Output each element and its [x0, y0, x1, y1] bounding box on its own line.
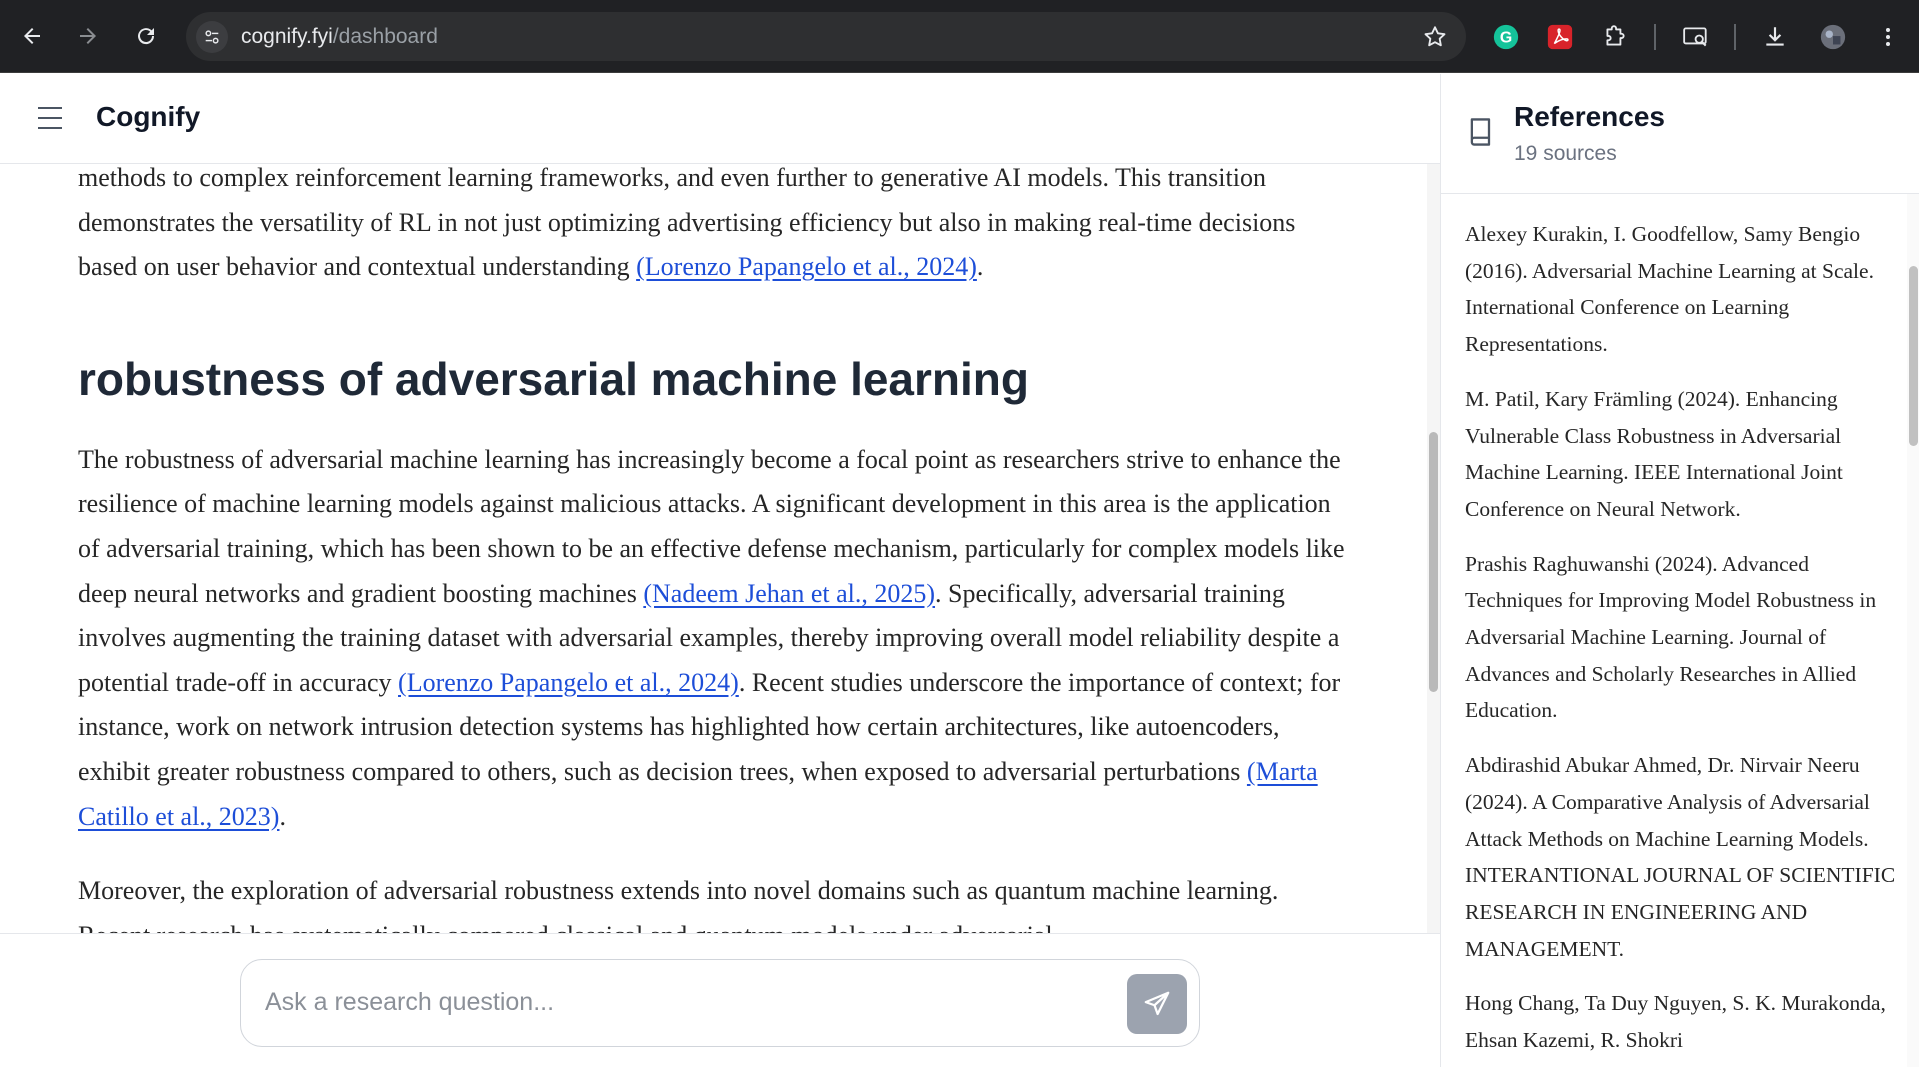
screen-search-icon[interactable] [1681, 22, 1711, 52]
references-scrollbar[interactable] [1907, 194, 1919, 1067]
references-header: References 19 sources [1441, 74, 1919, 194]
browser-menu-icon[interactable] [1873, 22, 1903, 52]
browser-toolbar: cognify.fyi/dashboard G [0, 0, 1919, 73]
references-scrollbar-thumb[interactable] [1909, 266, 1918, 446]
menu-icon[interactable] [38, 107, 64, 129]
reference-item[interactable]: Alexey Kurakin, I. Goodfellow, Samy Beng… [1441, 216, 1907, 363]
app-header: Cognify [0, 74, 1440, 164]
toolbar-divider [1734, 24, 1736, 50]
references-panel: References 19 sources Alexey Kurakin, I.… [1440, 74, 1919, 1067]
citation-link[interactable]: (Nadeem Jehan et al., 2025) [643, 579, 935, 608]
references-title: References [1514, 101, 1665, 132]
article-scrollbar[interactable] [1427, 164, 1440, 933]
reference-item[interactable]: Abdirashid Abukar Ahmed, Dr. Nirvair Nee… [1441, 747, 1907, 967]
reference-item[interactable]: Prashis Raghuwanshi (2024). Advanced Tec… [1441, 546, 1907, 730]
site-info-button[interactable] [196, 21, 228, 53]
app-brand[interactable]: Cognify [96, 101, 200, 133]
question-input[interactable] [265, 982, 1085, 1022]
address-bar[interactable]: cognify.fyi/dashboard [186, 12, 1466, 61]
send-icon [1144, 991, 1170, 1016]
reload-icon [138, 28, 155, 45]
section-heading: robustness of adversarial machine learni… [78, 352, 1029, 405]
send-button[interactable] [1127, 974, 1187, 1034]
url-text[interactable]: cognify.fyi/dashboard [241, 25, 438, 49]
pdf-extension-icon[interactable] [1545, 22, 1575, 52]
article-scrollbar-thumb[interactable] [1429, 432, 1438, 692]
download-icon[interactable] [1760, 22, 1790, 52]
reload-button[interactable] [128, 18, 164, 54]
paragraph-text: . [279, 801, 286, 831]
tune-icon [205, 30, 219, 44]
article-paragraph: methods to complex reinforcement learnin… [78, 164, 1353, 290]
question-composer [240, 959, 1200, 1047]
references-list: Alexey Kurakin, I. Goodfellow, Samy Beng… [1441, 194, 1907, 1067]
citation-link[interactable]: (Lorenzo Papangelo et al., 2024) [398, 668, 739, 697]
article-content: methods to complex reinforcement learnin… [0, 164, 1427, 933]
arrow-left-icon [24, 28, 40, 44]
extensions-puzzle-icon[interactable] [1600, 22, 1630, 52]
bookmark-star-icon[interactable] [1422, 24, 1448, 50]
grammarly-extension-icon[interactable]: G [1491, 22, 1521, 52]
reference-item[interactable]: M. Patil, Kary Främling (2024). Enhancin… [1441, 381, 1907, 528]
article-paragraph: The robustness of adversarial machine le… [78, 438, 1353, 839]
arrow-right-icon [80, 28, 96, 44]
paragraph-text: . [976, 252, 984, 282]
reference-item[interactable]: Hong Chang, Ta Duy Nguyen, S. K. Murakon… [1441, 985, 1907, 1058]
composer-area [0, 933, 1440, 1067]
back-button[interactable] [14, 18, 50, 54]
paragraph-text: Moreover, the exploration of adversarial… [78, 876, 1279, 933]
url-host: cognify.fyi [241, 25, 333, 48]
profile-avatar[interactable] [1818, 22, 1848, 52]
forward-button[interactable] [70, 18, 106, 54]
references-count: 19 sources [1514, 142, 1617, 165]
citation-link[interactable]: (Lorenzo Papangelo et al., 2024) [636, 252, 977, 281]
article-paragraph: Moreover, the exploration of adversarial… [78, 869, 1353, 933]
toolbar-divider [1654, 24, 1656, 50]
url-path: /dashboard [332, 25, 438, 48]
book-icon [1470, 118, 1491, 146]
svg-text:G: G [1500, 30, 1512, 47]
